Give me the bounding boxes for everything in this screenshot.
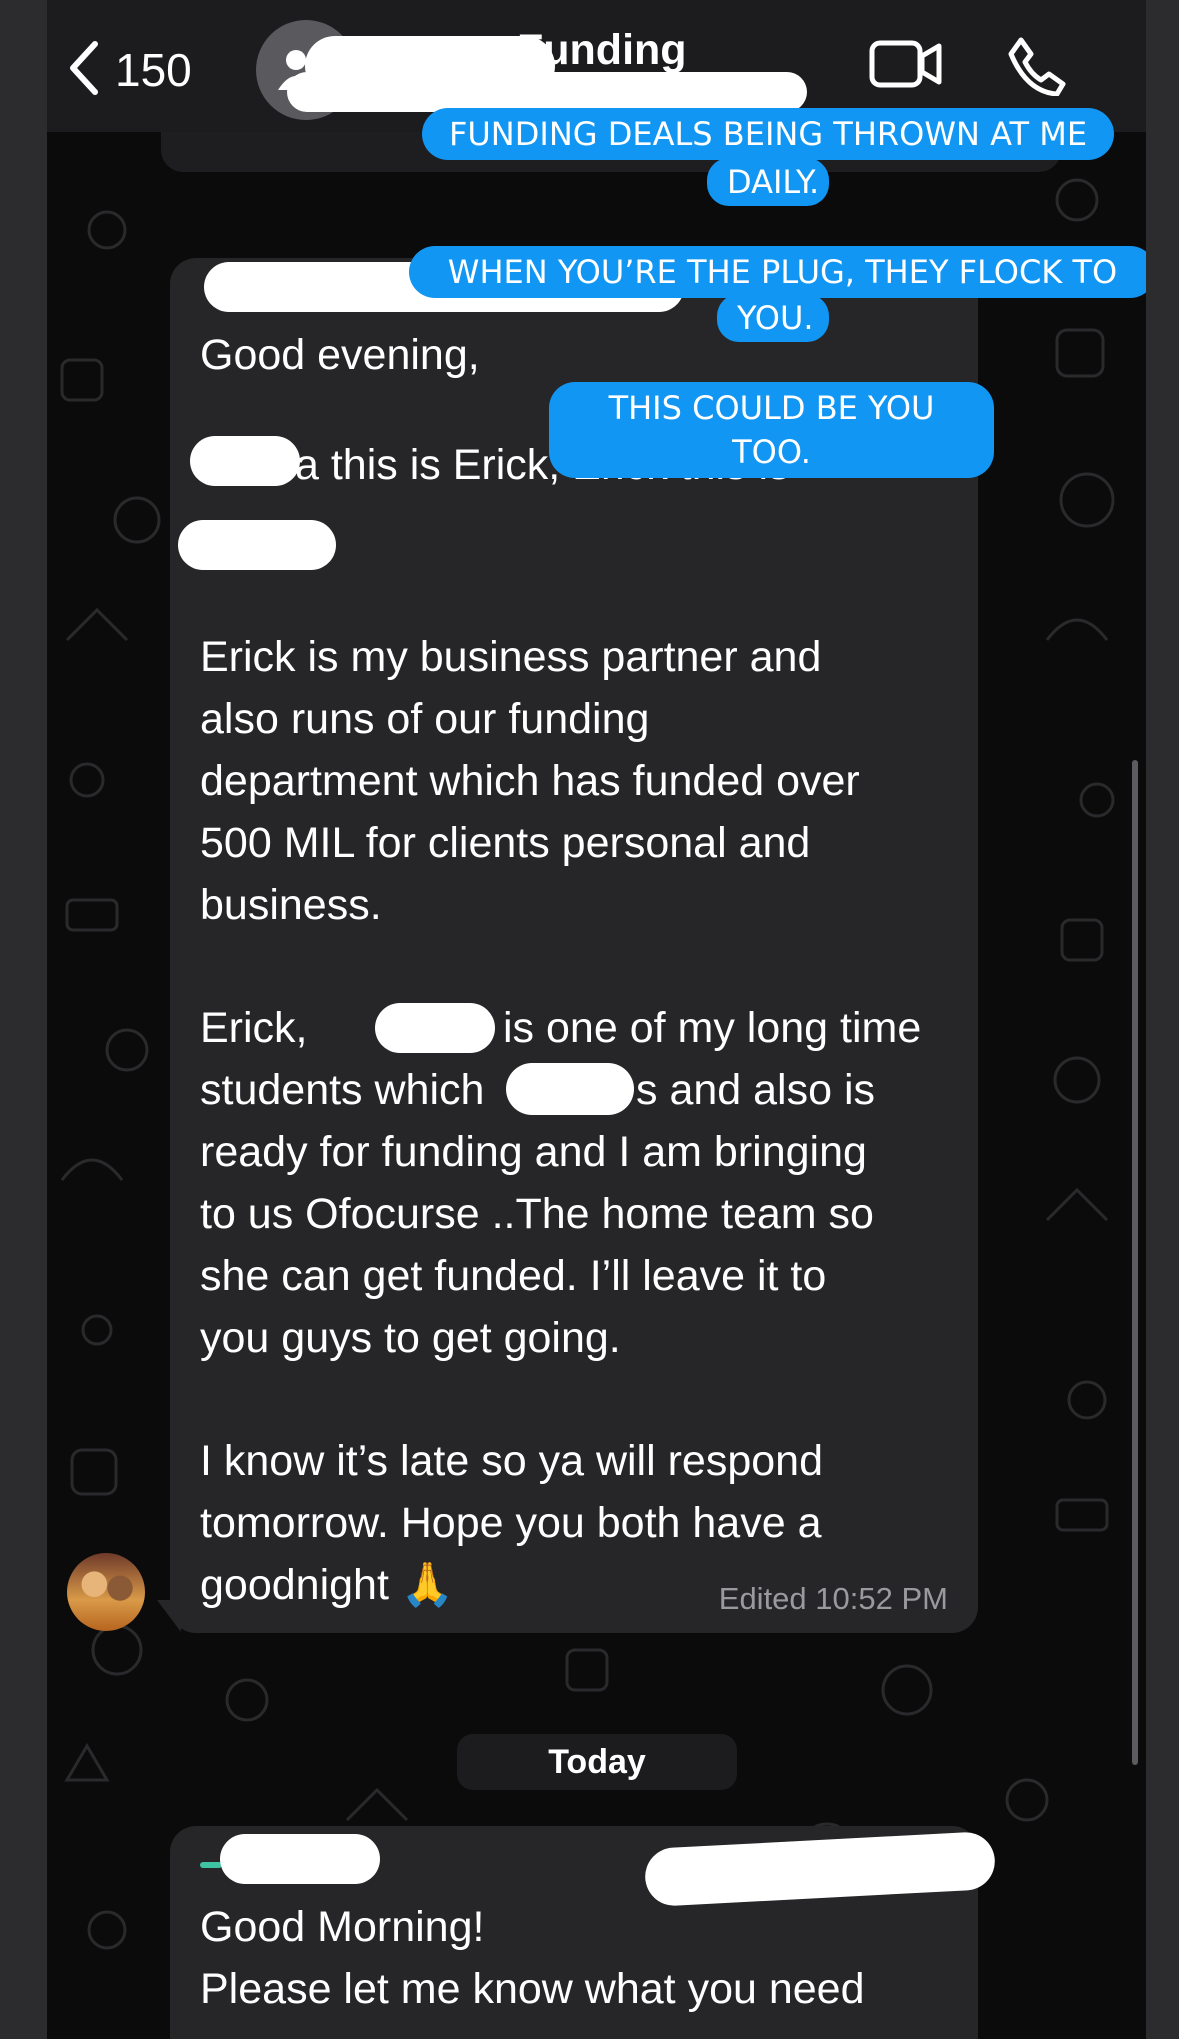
message-line: business. (200, 881, 382, 929)
phone-icon[interactable] (1007, 36, 1067, 101)
sender-name-redaction (220, 1834, 380, 1884)
redaction-mark (287, 72, 807, 112)
message-line: also runs of our funding (200, 695, 650, 743)
message-line: I know it’s late so ya will respond (200, 1437, 823, 1485)
message-line: s and also is (636, 1066, 876, 1114)
message-bubble[interactable]: Good Morning! Please let me know what yo… (170, 1826, 997, 2039)
caption-line-1-tail: DAILY. (707, 158, 829, 206)
message-line: department which has funded over (200, 757, 860, 805)
date-separator: Today (457, 1734, 737, 1790)
message-line: Good Morning! (200, 1903, 485, 1951)
chat-screen: 150 Funding FUNDING DEALS BEING THROWN A… (47, 0, 1146, 2039)
caption-line-1: FUNDING DEALS BEING THROWN AT ME (422, 108, 1114, 160)
message-paragraph-2: ready for funding and I am bringing to u… (200, 1121, 874, 1369)
message-greeting: Good evening, (200, 331, 480, 379)
sender-name-tilde (200, 1862, 222, 1868)
message-line: ready for funding and I am bringing (200, 1128, 867, 1176)
message-line: you guys to get going. (200, 1314, 621, 1362)
message-time: 10:52 PM (815, 1581, 948, 1616)
bubble-tail (157, 1600, 181, 1632)
message-paragraph-1: Erick is my business partner and also ru… (200, 626, 860, 936)
sender-avatar[interactable] (67, 1553, 145, 1631)
redaction-mark (178, 520, 336, 570)
message-meta: Edited 10:52 PM (719, 1581, 948, 1617)
message-line: students which (200, 1066, 497, 1114)
back-button[interactable]: 150 (67, 30, 192, 110)
message-line: to us Ofocurse ..The home team so (200, 1190, 874, 1238)
video-call-icon[interactable] (869, 40, 943, 93)
redaction-mark (190, 436, 300, 486)
caption-line-2-tail: YOU. (717, 294, 829, 342)
message-line: Erick is my business partner and (200, 633, 822, 681)
message-line: Erick, (200, 1004, 320, 1052)
message-line: tomorrow. Hope you both have a (200, 1499, 822, 1547)
chevron-left-icon (67, 40, 101, 101)
sender-phone-redaction (643, 1830, 997, 1908)
caption-line-3: THIS COULD BE YOU TOO. (549, 382, 994, 478)
caption-line-2: WHEN YOU’RE THE PLUG, THEY FLOCK TO (409, 246, 1146, 298)
redaction-mark (375, 1003, 495, 1053)
message-line: she can get funded. I’ll leave it to (200, 1252, 827, 1300)
edited-label: Edited (718, 1581, 807, 1616)
scrollbar[interactable] (1132, 760, 1138, 1765)
message-line: is one of my long time (503, 1004, 922, 1052)
unread-count: 150 (115, 44, 192, 96)
message-line: 500 MIL for clients personal and (200, 819, 811, 867)
redaction-mark (506, 1063, 634, 1115)
message-line: Please let me know what you need (200, 1965, 865, 2013)
